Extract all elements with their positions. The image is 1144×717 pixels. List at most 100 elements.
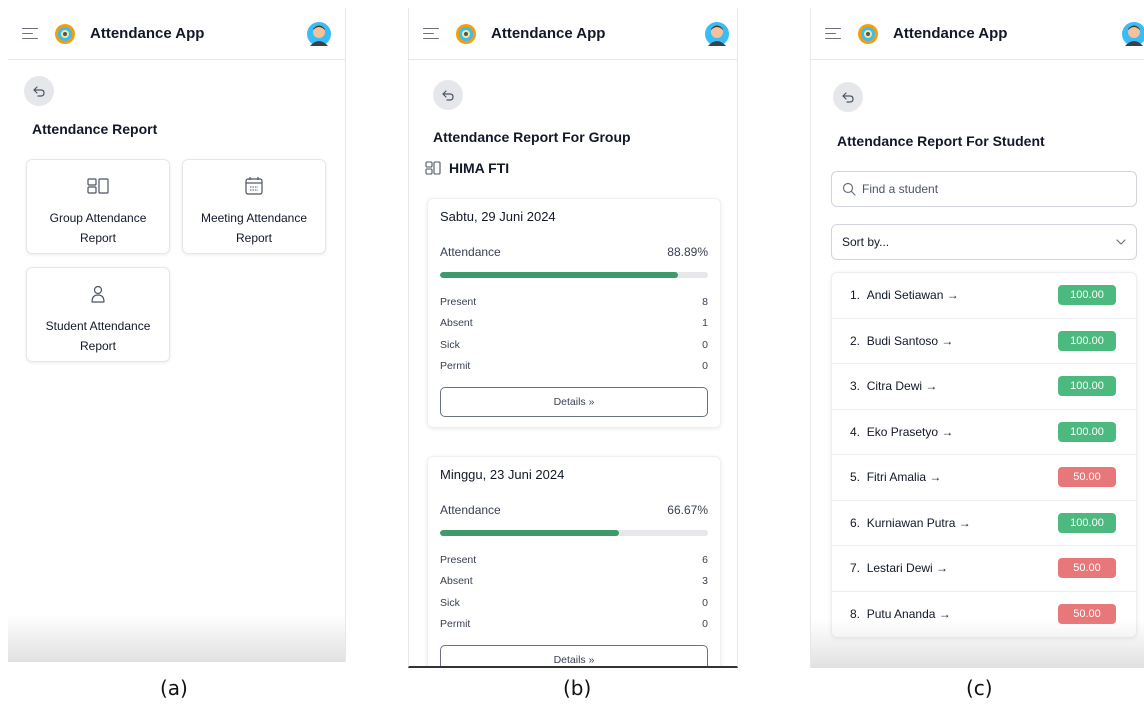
group-name: HIMA FTI [449,160,510,176]
meeting-attendance-report-card[interactable]: Meeting Attendance Report [182,159,326,254]
student-rank: 5. [850,470,861,485]
group-header: HIMA FTI [425,160,509,176]
details-button[interactable]: Details » [440,645,708,666]
search-box[interactable] [831,171,1137,207]
stat-row-absent: Absent 3 [440,571,708,593]
attendance-row: Attendance 66.67% [440,503,708,517]
student-name[interactable]: Citra Dewi → [867,379,938,393]
attendance-progress-fill [440,272,679,278]
student-row[interactable]: 8. Putu Ananda → 50.00 [832,592,1136,638]
student-list: 1. Andi Setiawan → 100.00 2. Budi Santos… [831,272,1137,638]
app-logo-icon [456,23,476,44]
sort-select[interactable]: Sort by... [831,224,1137,260]
app-title: Attendance App [90,25,205,42]
stat-row-sick: Sick 0 [440,592,708,614]
back-button[interactable] [433,80,463,110]
stat-row-present: Present 6 [440,549,708,571]
attendance-label: Attendance [440,503,501,517]
card-label: Group Attendance Report [49,211,147,245]
student-entry[interactable]: 3. Citra Dewi → [850,379,937,393]
avatar[interactable] [307,22,331,46]
stat-label: Present [440,295,477,308]
stat-value: 0 [702,596,708,609]
student-row[interactable]: 6. Kurniawan Putra → 100.00 [832,501,1136,546]
stat-value: 3 [702,575,708,588]
student-row[interactable]: 1. Andi Setiawan → 100.00 [832,273,1136,319]
score-badge: 100.00 [1058,421,1116,442]
student-name[interactable]: Putu Ananda → [867,607,951,621]
score-badge: 100.00 [1058,376,1116,397]
stat-value: 0 [702,360,708,373]
app-logo-icon [858,23,878,44]
meeting-card: Sabtu, 29 Juni 2024 Attendance 88.89% Pr… [427,198,721,428]
student-row[interactable]: 4. Eko Prasetyo → 100.00 [832,410,1136,455]
details-button[interactable]: Details » [440,387,708,417]
student-entry[interactable]: 2. Budi Santoso → [850,334,953,348]
menu-icon[interactable] [22,27,40,40]
stat-value: 0 [702,618,708,631]
score-badge: 100.00 [1058,285,1116,306]
student-name[interactable]: Fitri Amalia → [867,470,942,484]
score-badge: 50.00 [1058,604,1116,625]
group-attendance-report-card[interactable]: Group Attendance Report [26,159,170,254]
page-title: Attendance Report For Student [837,133,1045,149]
student-name[interactable]: Andi Setiawan → [867,288,959,302]
student-row[interactable]: 7. Lestari Dewi → 50.00 [832,546,1136,592]
student-entry[interactable]: 8. Putu Ananda → [850,607,951,621]
student-attendance-report-card[interactable]: Student Attendance Report [26,267,170,362]
stat-label: Sick [440,596,460,609]
student-name[interactable]: Lestari Dewi → [867,561,948,575]
caption-a: (a) [160,676,188,700]
menu-icon[interactable] [423,27,441,40]
student-name[interactable]: Kurniawan Putra → [867,516,971,530]
student-rank: 6. [850,515,861,530]
student-name[interactable]: Budi Santoso → [867,334,954,348]
back-arrow-icon [442,90,454,101]
menu-icon[interactable] [825,27,843,40]
page-title: Attendance Report [32,121,158,137]
student-row[interactable]: 3. Citra Dewi → 100.00 [832,364,1136,410]
student-entry[interactable]: 4. Eko Prasetyo → [850,425,953,439]
panel-b: Attendance App Attendance Report For Gro… [408,8,738,668]
student-name[interactable]: Eko Prasetyo → [867,425,954,439]
app-title: Attendance App [491,25,606,42]
app-title: Attendance App [893,25,1008,42]
attendance-progress-bar [440,530,708,536]
student-row[interactable]: 5. Fitri Amalia → 50.00 [832,455,1136,501]
student-entry[interactable]: 7. Lestari Dewi → [850,561,948,575]
stats-list: Present 8 Absent 1 Sick 0 Permit 0 [440,291,708,377]
search-icon [842,182,856,196]
score-badge: 100.00 [1058,512,1116,533]
user-icon [91,285,105,303]
meeting-date: Sabtu, 29 Juni 2024 [440,209,556,224]
attendance-row: Attendance 88.89% [440,245,708,259]
caption-b: (b) [563,676,592,700]
bottom-fade [8,614,345,662]
stat-value: 0 [702,338,708,351]
search-input[interactable] [862,182,1112,196]
student-rank: 1. [850,288,861,303]
stat-label: Permit [440,360,471,373]
page-title: Attendance Report For Group [433,129,631,145]
attendance-label: Attendance [440,245,501,259]
stat-value: 8 [702,295,708,308]
stat-row-permit: Permit 0 [440,614,708,636]
attendance-progress-fill [440,530,619,536]
group-icon [425,161,441,175]
student-entry[interactable]: 6. Kurniawan Putra → [850,516,971,530]
student-entry[interactable]: 1. Andi Setiawan → [850,288,959,302]
avatar[interactable] [1122,22,1144,46]
card-label: Student Attendance Report [45,319,151,353]
student-row[interactable]: 2. Budi Santoso → 100.00 [832,319,1136,364]
student-rank: 8. [850,607,861,622]
stat-label: Sick [440,338,460,351]
back-button[interactable] [24,76,54,106]
avatar[interactable] [705,22,729,46]
back-button[interactable] [833,82,863,112]
back-arrow-icon [842,92,854,103]
app-bar: Attendance App [811,8,1144,60]
stat-label: Absent [440,317,473,330]
student-rank: 3. [850,379,861,394]
student-entry[interactable]: 5. Fitri Amalia → [850,470,941,484]
attendance-value: 66.67% [667,503,708,517]
